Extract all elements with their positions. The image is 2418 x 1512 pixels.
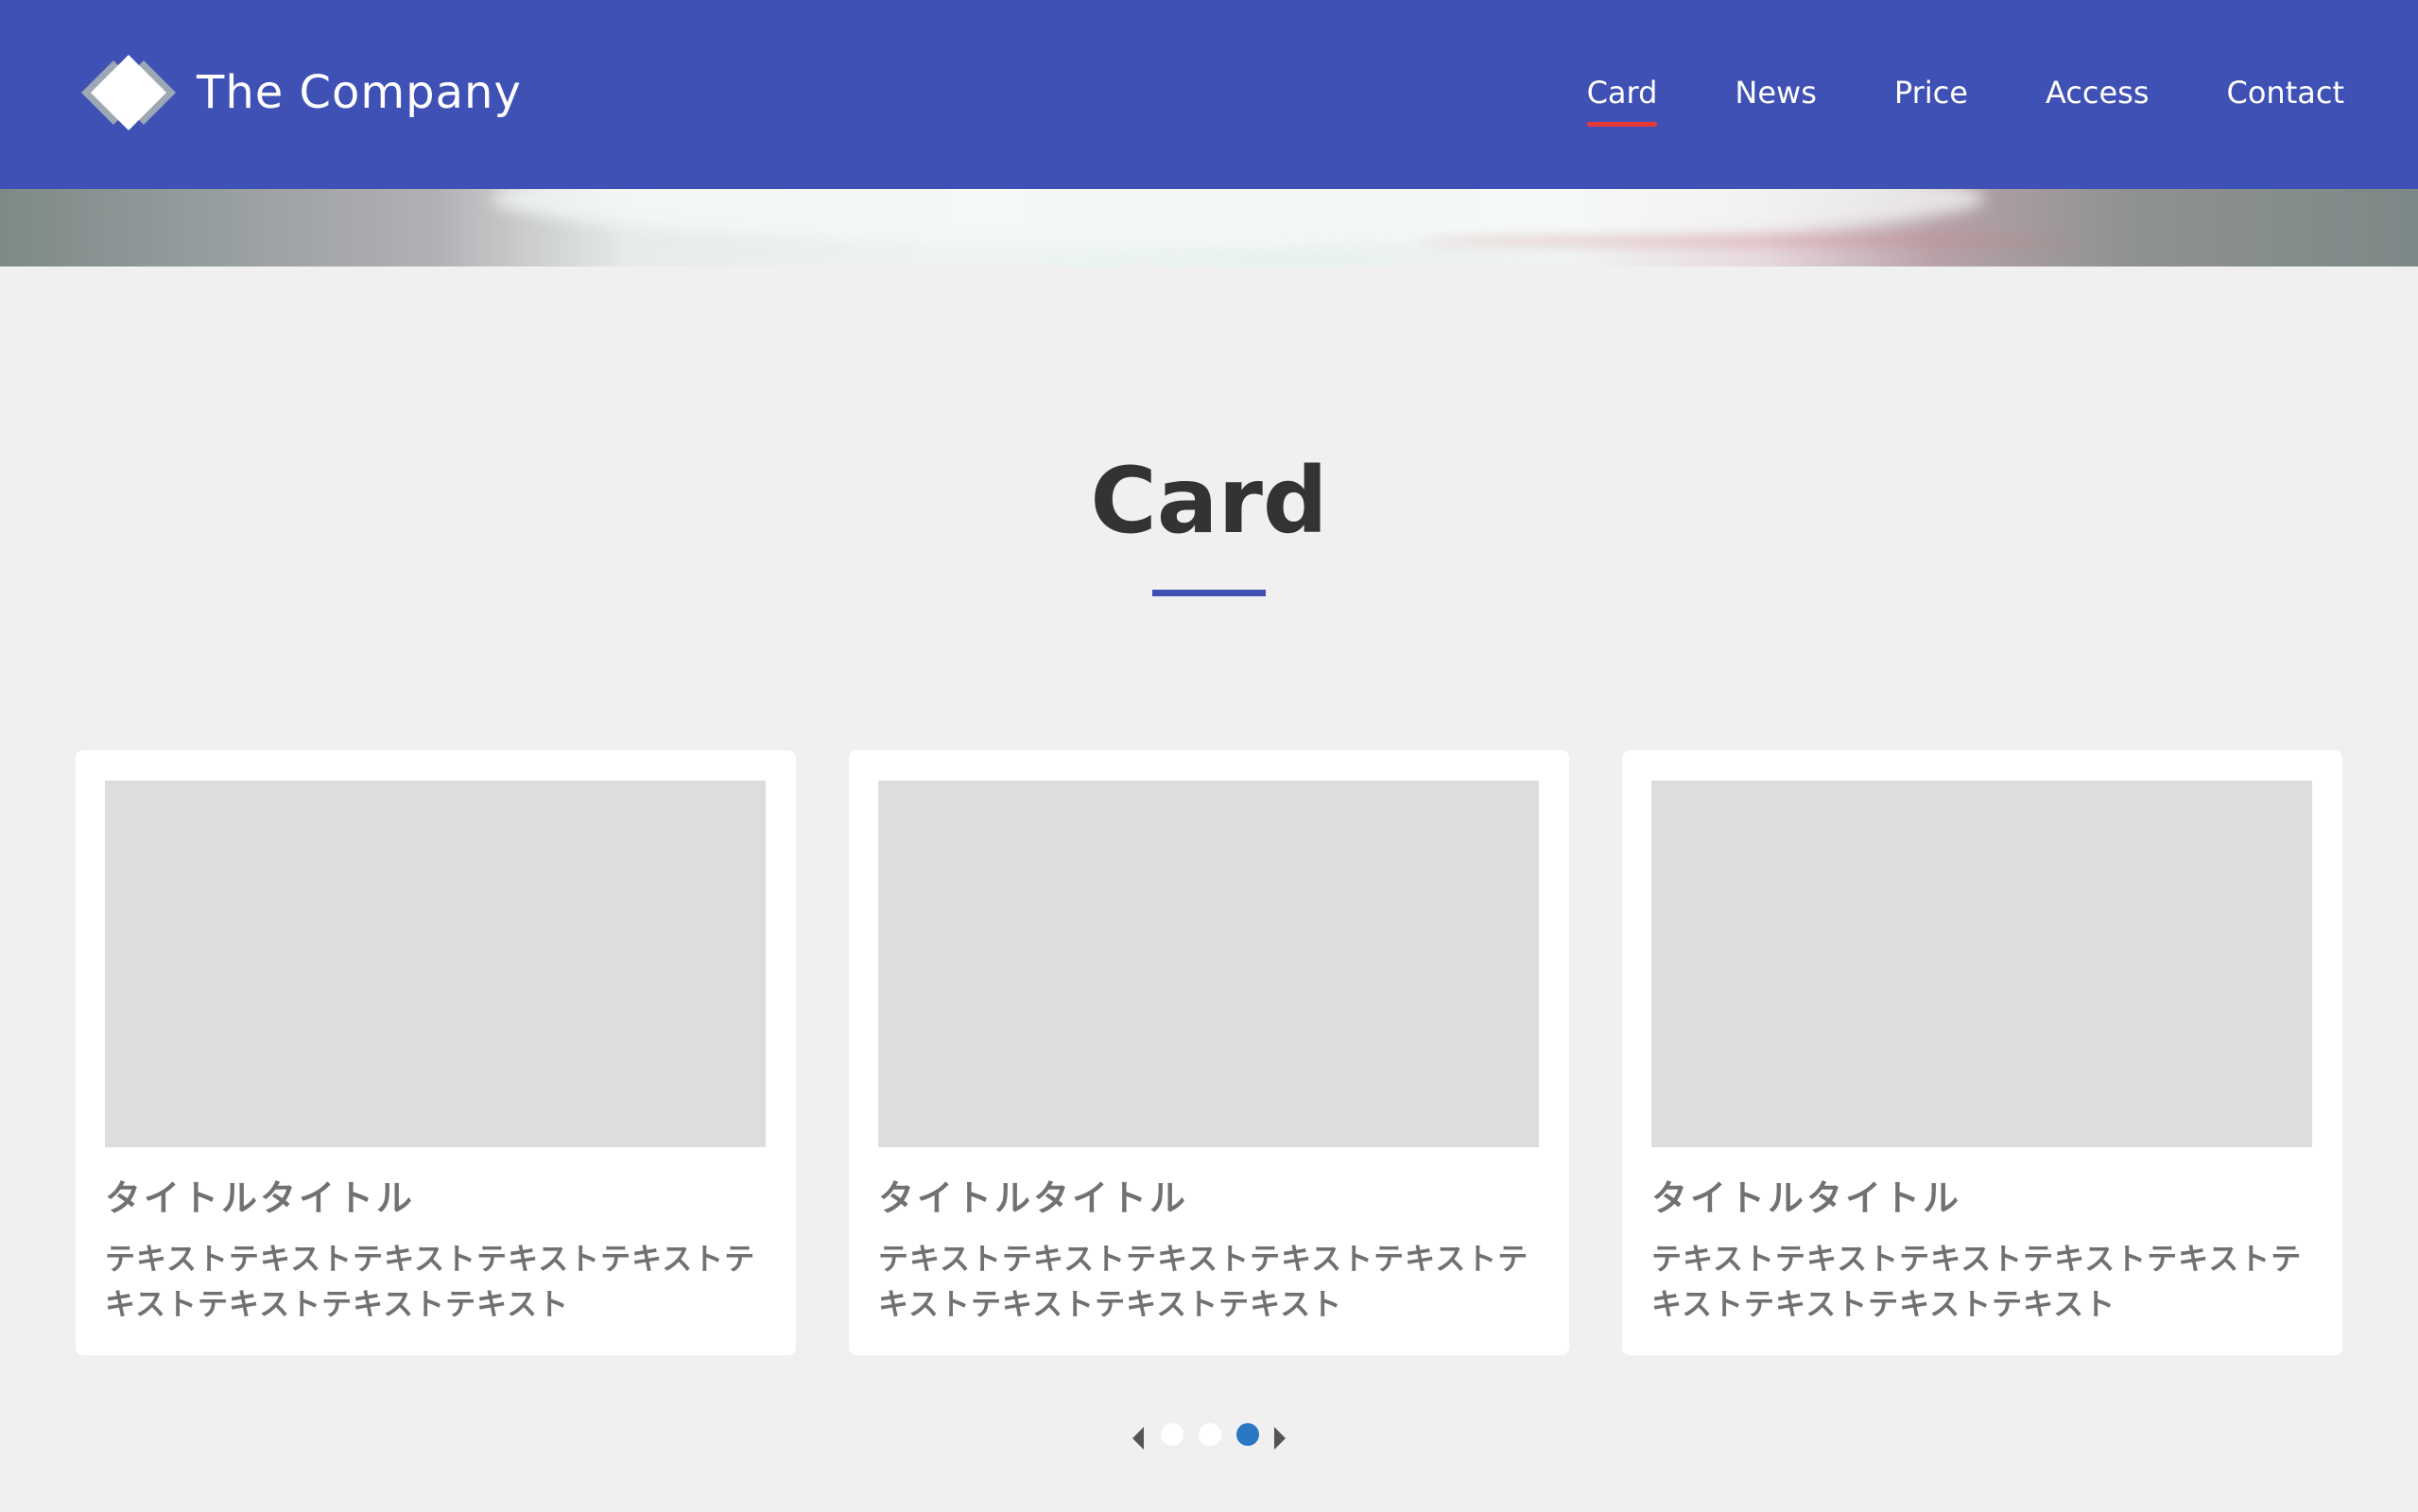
- card-image-placeholder: [878, 781, 1539, 1147]
- diamond-logo-icon: [81, 55, 176, 130]
- card-list: タイトルタイトル テキストテキストテキストテキストテキストテキストテキストテキス…: [76, 750, 2342, 1355]
- pagination-dot-2[interactable]: [1199, 1423, 1221, 1446]
- card-1[interactable]: タイトルタイトル テキストテキストテキストテキストテキストテキストテキストテキス…: [76, 750, 796, 1355]
- nav-card[interactable]: Card: [1586, 70, 1657, 127]
- carousel-pagination: [0, 1423, 2418, 1457]
- card-image-placeholder: [1651, 781, 2312, 1147]
- main-nav: Card News Price Access Contact: [1586, 70, 2345, 127]
- nav-price[interactable]: Price: [1894, 70, 1968, 115]
- chevron-right-icon[interactable]: [1274, 1427, 1286, 1450]
- card-title: タイトルタイトル: [878, 1177, 1189, 1219]
- section-title-underline: [1152, 590, 1266, 596]
- pagination-dot-1[interactable]: [1161, 1423, 1183, 1446]
- card-text: テキストテキストテキストテキストテキストテキストテキストテキストテキスト: [1651, 1241, 2303, 1322]
- site-header: The Company Card News Price Access Conta…: [0, 0, 2418, 189]
- company-logo[interactable]: The Company: [76, 55, 522, 130]
- section-title: Card: [1090, 448, 1328, 554]
- nav-contact[interactable]: Contact: [2227, 70, 2345, 115]
- company-name: The Company: [197, 66, 522, 119]
- card-image-placeholder: [105, 781, 766, 1147]
- pagination-dot-3[interactable]: [1236, 1423, 1259, 1446]
- nav-access[interactable]: Access: [2046, 70, 2150, 115]
- hero-banner-image: [0, 189, 2418, 266]
- nav-news[interactable]: News: [1735, 70, 1816, 115]
- card-title: タイトルタイトル: [1651, 1177, 1962, 1219]
- card-title: タイトルタイトル: [105, 1177, 416, 1219]
- card-2[interactable]: タイトルタイトル テキストテキストテキストテキストテキストテキストテキストテキス…: [849, 750, 1569, 1355]
- chevron-left-icon[interactable]: [1132, 1427, 1144, 1450]
- card-text: テキストテキストテキストテキストテキストテキストテキストテキストテキスト: [105, 1241, 756, 1322]
- card-3[interactable]: タイトルタイトル テキストテキストテキストテキストテキストテキストテキストテキス…: [1622, 750, 2342, 1355]
- card-text: テキストテキストテキストテキストテキストテキストテキストテキストテキスト: [878, 1241, 1529, 1322]
